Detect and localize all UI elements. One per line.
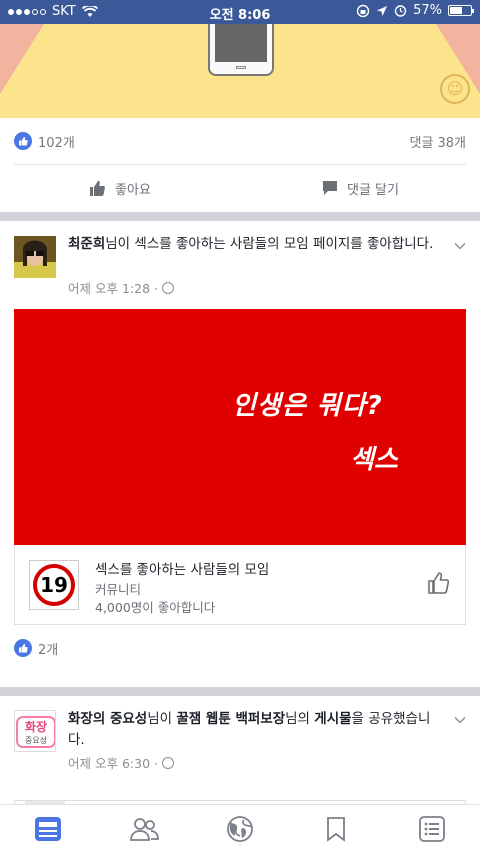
globe-icon <box>227 816 253 842</box>
author-name[interactable]: 최준희 <box>68 236 105 252</box>
reaction-summary: 2개 <box>0 636 480 660</box>
thumbs-up-icon[interactable] <box>427 571 451 595</box>
feed-separator <box>0 687 480 696</box>
svg-text:중요성: 중요성 <box>25 736 47 745</box>
avatar[interactable] <box>14 236 56 278</box>
status-bar: SKT 오전 8:06 57% <box>0 0 480 24</box>
shared-object-link[interactable]: 게시물 <box>314 711 351 727</box>
thumbs-up-icon <box>90 181 105 196</box>
reaction-summary: 102개 댓글 38개 <box>0 118 480 164</box>
tab-news-feed[interactable] <box>0 805 96 853</box>
tab-friends[interactable] <box>96 805 192 853</box>
image-text-line2: 섹스 <box>350 445 398 475</box>
avatar[interactable]: 화장 중요성 <box>14 710 56 752</box>
tab-menu[interactable] <box>384 805 480 853</box>
comment-icon <box>323 181 337 195</box>
battery-percent: 57% <box>413 3 442 18</box>
chevron-down-icon[interactable] <box>454 714 466 726</box>
news-feed-icon <box>35 817 61 841</box>
like-button[interactable]: 좋아요 <box>0 165 240 211</box>
post-actions: 좋아요 댓글 달기 <box>0 165 480 211</box>
previous-post-image[interactable]: ☺ <box>0 24 480 118</box>
screen: SKT 오전 8:06 57% ☺ 102개 댓글 38개 좋아요 댓글 달기 … <box>0 0 480 853</box>
post-timestamp: 어제 오후 6:30 · <box>68 753 174 772</box>
sticker-icon: ☺ <box>440 74 470 104</box>
story-title: 화장의 중요성님이 꿀잼 웹툰 백퍼보장님의 게시물을 공유했습니다. <box>68 711 431 748</box>
page-logo: 19 <box>29 560 79 610</box>
image-text-line1: 인생은 뭐다? <box>232 391 383 421</box>
page-name[interactable]: 섹스를 좋아하는 사람들의 모임 <box>95 558 269 578</box>
menu-icon <box>419 816 445 842</box>
post-image[interactable]: 인생은 뭐다? 섹스 <box>14 309 466 545</box>
svg-text:화장: 화장 <box>25 719 47 734</box>
comment-button[interactable]: 댓글 달기 <box>240 165 480 211</box>
battery-icon <box>448 5 474 16</box>
page-like-count: 4,000명이 좋아합니다 <box>95 600 216 615</box>
globe-icon <box>161 281 174 294</box>
like-badge-icon <box>14 639 32 657</box>
rotation-lock-icon <box>356 4 370 17</box>
friends-icon <box>130 818 159 841</box>
feed-separator <box>0 212 480 221</box>
page-card[interactable]: 19 섹스를 좋아하는 사람들의 모임 커뮤니티 4,000명이 좋아합니다 <box>14 545 466 625</box>
like-count[interactable]: 102개 <box>38 132 75 151</box>
globe-icon <box>161 756 174 769</box>
author-name[interactable]: 화장의 중요성 <box>68 711 147 727</box>
alarm-icon <box>394 5 407 17</box>
bookmark-icon <box>327 817 345 842</box>
tab-bookmarks[interactable] <box>288 805 384 853</box>
phone-illustration <box>208 24 274 76</box>
page-category: 커뮤니티 <box>95 582 142 597</box>
comment-count[interactable]: 댓글 38개 <box>409 132 466 151</box>
tab-notifications[interactable] <box>192 805 288 853</box>
story-title: 최준희님이 섹스를 좋아하는 사람들의 모임 페이지를 좋아합니다. <box>68 236 434 252</box>
shared-page-name[interactable]: 꿀잼 웹툰 백퍼보장 <box>176 711 285 727</box>
age-badge: 19 <box>33 564 75 606</box>
like-badge-icon <box>14 132 32 150</box>
location-icon <box>377 5 388 16</box>
post-timestamp: 어제 오후 1:28 · <box>68 278 174 297</box>
chevron-down-icon[interactable] <box>454 240 466 252</box>
like-count[interactable]: 2개 <box>38 639 58 658</box>
tab-bar <box>0 804 480 853</box>
